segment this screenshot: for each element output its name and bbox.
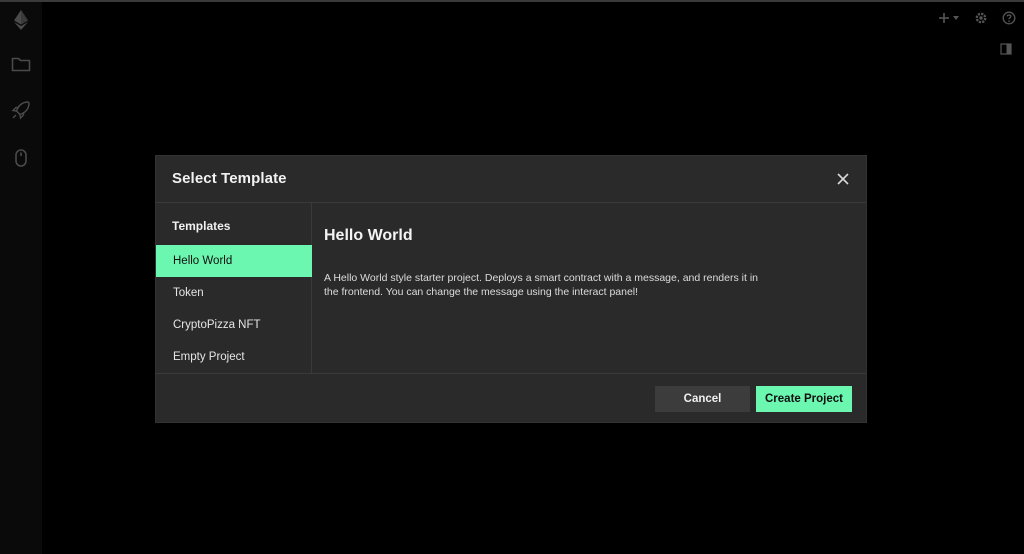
rocket-icon[interactable] (10, 99, 32, 121)
app-window: Select Template Templates Hello World To… (0, 0, 1024, 554)
close-button[interactable] (834, 170, 852, 188)
template-detail: Hello World A Hello World style starter … (312, 203, 866, 373)
top-border (0, 0, 1024, 2)
modal-footer: Cancel Create Project (156, 373, 866, 423)
cancel-button[interactable]: Cancel (655, 386, 750, 412)
settings-button[interactable] (974, 8, 988, 28)
select-template-modal: Select Template Templates Hello World To… (155, 155, 867, 423)
close-icon (837, 173, 849, 185)
top-toolbar (938, 8, 1016, 28)
template-item-cryptopizza-nft[interactable]: CryptoPizza NFT (156, 309, 312, 341)
template-detail-title: Hello World (324, 227, 413, 244)
template-item-hello-world[interactable]: Hello World (156, 245, 312, 277)
template-detail-description: A Hello World style starter project. Dep… (324, 272, 758, 298)
modal-header: Select Template (156, 156, 866, 203)
sidebar (0, 2, 42, 554)
help-button[interactable] (1002, 8, 1016, 28)
template-item-empty-project[interactable]: Empty Project (156, 341, 312, 373)
templates-list: Templates Hello World Token CryptoPizza … (156, 203, 312, 373)
folder-icon[interactable] (10, 53, 32, 75)
ethereum-icon[interactable] (10, 9, 32, 31)
modal-title: Select Template (172, 170, 287, 187)
create-project-button[interactable]: Create Project (756, 386, 852, 412)
panel-toggle-icon (1000, 43, 1012, 55)
template-item-token[interactable]: Token (156, 277, 312, 309)
add-menu-button[interactable] (938, 8, 960, 28)
gear-icon (975, 12, 987, 24)
question-icon (1002, 11, 1016, 25)
panel-toggle-button[interactable] (1000, 42, 1012, 60)
mouse-icon[interactable] (10, 147, 32, 169)
plus-icon (939, 13, 959, 23)
templates-heading: Templates (172, 219, 231, 233)
